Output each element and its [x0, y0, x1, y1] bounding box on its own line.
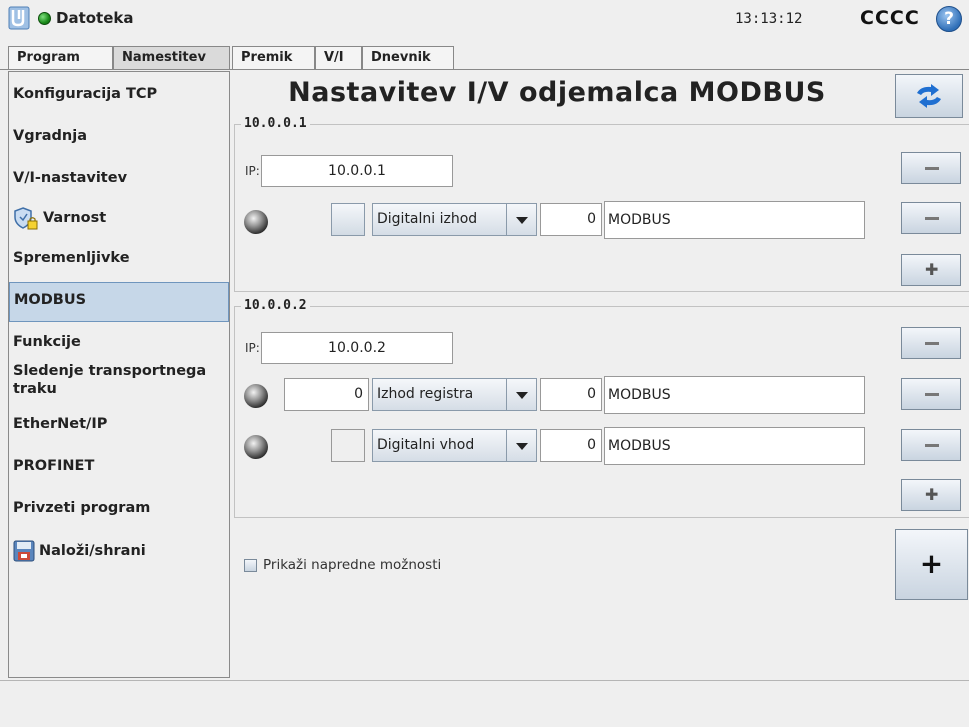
- sidebar-item-modbus[interactable]: MODBUS: [9, 282, 229, 322]
- tab-log[interactable]: Dnevnik: [362, 46, 454, 70]
- refresh-button[interactable]: [895, 74, 963, 118]
- remove-signal-button[interactable]: [901, 202, 961, 234]
- remove-unit-button[interactable]: [901, 152, 961, 184]
- file-menu[interactable]: Datoteka: [56, 9, 134, 27]
- clock: 13:13:12: [735, 11, 803, 27]
- signal-status-led-icon: [244, 435, 268, 459]
- signal-name-field[interactable]: MODBUS: [604, 376, 865, 414]
- tab-program[interactable]: Program: [8, 46, 113, 70]
- help-icon[interactable]: ?: [936, 6, 962, 32]
- signal-address-field[interactable]: 0: [540, 429, 602, 462]
- minus-icon: [925, 444, 939, 447]
- ip-label: IP:: [245, 341, 260, 355]
- tab-io[interactable]: V/I: [315, 46, 362, 70]
- advanced-options-label: Prikaži napredne možnosti: [263, 557, 442, 573]
- shield-lock-icon: [14, 207, 38, 230]
- chevron-down-icon: [506, 379, 536, 410]
- robot-status-icon: [38, 12, 51, 25]
- signal-name-field[interactable]: MODBUS: [604, 427, 865, 465]
- sidebar-item-profinet[interactable]: PROFINET: [9, 458, 229, 474]
- chevron-down-icon: [506, 204, 536, 235]
- signal-type-select[interactable]: Digitalni vhod: [372, 429, 537, 462]
- select-value: Digitalni izhod: [377, 211, 478, 227]
- refresh-icon: [917, 84, 941, 108]
- tab-installation[interactable]: Namestitev: [113, 46, 230, 70]
- remove-signal-button[interactable]: [901, 378, 961, 410]
- sidebar-item-conveyor-tracking[interactable]: Sledenje transportnega traku: [9, 362, 224, 398]
- minus-icon: [925, 167, 939, 170]
- sidebar-item-mounting[interactable]: Vgradnja: [9, 128, 229, 144]
- modbus-setup-panel: Nastavitev I/V odjemalca MODBUS 10.0.0.1…: [232, 71, 969, 678]
- footer-divider: [0, 680, 969, 681]
- add-modbus-unit-button[interactable]: +: [895, 529, 968, 600]
- chevron-down-icon: [506, 430, 536, 461]
- signal-status-led-icon: [244, 210, 268, 234]
- signal-value-toggle[interactable]: [331, 203, 365, 236]
- sidebar-item-tcp[interactable]: Konfiguracija TCP: [9, 86, 229, 102]
- minus-icon: [925, 342, 939, 345]
- advanced-options-checkbox[interactable]: [244, 559, 257, 572]
- ur-logo-icon: [8, 6, 30, 30]
- signal-name-field[interactable]: MODBUS: [604, 201, 865, 239]
- signal-value-indicator: [331, 429, 365, 462]
- ip-address-field[interactable]: 10.0.0.1: [261, 155, 453, 187]
- add-signal-button[interactable]: ✚: [901, 479, 961, 511]
- sidebar-item-safety[interactable]: Varnost: [9, 206, 229, 230]
- signal-type-select[interactable]: Izhod registra: [372, 378, 537, 411]
- tab-divider: [0, 69, 969, 70]
- signal-type-select[interactable]: Digitalni izhod: [372, 203, 537, 236]
- top-bar: Datoteka 13:13:12 CCCC ?: [0, 0, 969, 38]
- sidebar-item-load-save[interactable]: Naloži/shrani: [9, 540, 229, 562]
- sidebar-item-label: Varnost: [43, 210, 107, 226]
- robot-name: CCCC: [860, 7, 920, 29]
- sidebar-item-label: Naloži/shrani: [39, 543, 146, 559]
- page-title: Nastavitev I/V odjemalca MODBUS: [288, 77, 826, 108]
- ip-label: IP:: [245, 164, 260, 178]
- group-title: 10.0.0.2: [241, 298, 310, 313]
- plus-icon: ✚: [925, 260, 939, 279]
- select-value: Digitalni vhod: [377, 437, 475, 453]
- minus-icon: [925, 393, 939, 396]
- minus-icon: [925, 217, 939, 220]
- add-signal-button[interactable]: ✚: [901, 254, 961, 286]
- tab-move[interactable]: Premik: [232, 46, 315, 70]
- remove-unit-button[interactable]: [901, 327, 961, 359]
- installation-sidebar: Konfiguracija TCP Vgradnja V/I-nastavite…: [8, 71, 230, 678]
- signal-address-field[interactable]: 0: [540, 203, 602, 236]
- save-icon: [13, 540, 35, 562]
- sidebar-item-ethernet-ip[interactable]: EtherNet/IP: [9, 416, 229, 432]
- plus-icon: ✚: [925, 485, 939, 504]
- signal-address-field[interactable]: 0: [540, 378, 602, 411]
- remove-signal-button[interactable]: [901, 429, 961, 461]
- signal-value-field[interactable]: 0: [284, 378, 369, 411]
- ip-address-field[interactable]: 10.0.0.2: [261, 332, 453, 364]
- sidebar-item-default-program[interactable]: Privzeti program: [9, 500, 229, 516]
- select-value: Izhod registra: [377, 386, 474, 402]
- sidebar-item-variables[interactable]: Spremenljivke: [9, 250, 229, 266]
- group-title: 10.0.0.1: [241, 116, 310, 131]
- sidebar-item-io-setup[interactable]: V/I-nastavitev: [9, 170, 229, 186]
- signal-status-led-icon: [244, 384, 268, 408]
- sidebar-item-features[interactable]: Funkcije: [9, 334, 229, 350]
